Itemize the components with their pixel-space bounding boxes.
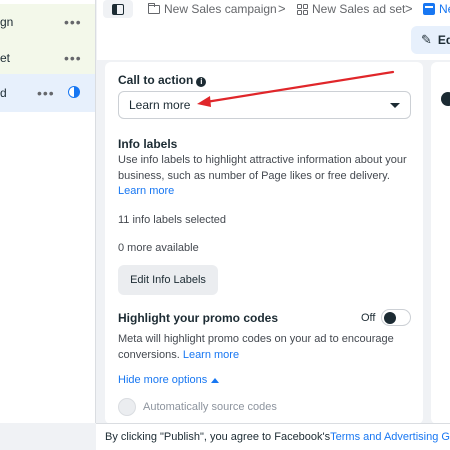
toggle-knob (384, 311, 396, 324)
breadcrumb-ad[interactable]: Ne (423, 2, 450, 16)
breadcrumb-campaign[interactable]: New Sales campaign (148, 2, 277, 16)
auto-source-codes-label: Automatically source codes (143, 401, 277, 413)
hide-more-options-link[interactable]: Hide more options (118, 374, 220, 386)
breadcrumb-separator: > (278, 1, 286, 16)
breadcrumb-ad-set[interactable]: New Sales ad set (297, 2, 405, 16)
status-half-circle-icon (68, 86, 80, 98)
info-icon[interactable]: i (196, 77, 207, 87)
call-to-action-label: Call to action (118, 73, 194, 87)
more-options-icon[interactable]: ••• (64, 50, 82, 66)
breadcrumb-ad-label: Ne (439, 2, 450, 16)
auto-source-codes-radio[interactable] (118, 398, 136, 416)
footer-text: By clicking "Publish", you agree to Face… (105, 431, 331, 443)
breadcrumb-campaign-label: New Sales campaign (164, 2, 277, 16)
ad-set-grid-icon (297, 3, 308, 15)
publish-terms-footer: By clicking "Publish", you agree to Face… (96, 423, 450, 450)
breadcrumb-bar: New Sales campaign > New Sales ad set > … (97, 0, 450, 60)
edit-button-label: Ed (437, 33, 450, 47)
info-labels-heading: Info labels (118, 137, 178, 151)
ad-preview-panel (431, 62, 450, 424)
hide-more-options-label: Hide more options (118, 374, 208, 386)
sidebar-panel-icon (112, 3, 124, 15)
more-options-icon[interactable]: ••• (37, 85, 55, 101)
promo-toggle-state: Off (361, 312, 376, 324)
call-to-action-value: Learn more (129, 98, 191, 112)
sidebar-item-ad[interactable]: d ••• (0, 74, 95, 112)
info-labels-available: 0 more available (118, 242, 199, 254)
info-labels-selected-count: 11 info labels selected (118, 214, 227, 226)
sidebar-item-label: d (0, 86, 7, 100)
preview-toggle-icon[interactable] (441, 92, 450, 106)
folder-icon (148, 2, 160, 14)
info-labels-description-text: Use info labels to highlight attractive … (118, 154, 407, 182)
info-labels-description: Use info labels to highlight attractive … (118, 153, 414, 200)
info-labels-learn-more-link[interactable]: Learn more (118, 185, 174, 197)
toggle-panel-button[interactable] (103, 0, 133, 18)
sidebar-item-label: gn (0, 15, 14, 29)
ads-manager-window: gn ••• et ••• d ••• New Sales campaign >… (0, 0, 450, 450)
sidebar-item-campaign[interactable]: gn ••• (0, 4, 95, 40)
breadcrumb-separator: > (405, 1, 413, 16)
call-to-action-select[interactable]: Learn more (118, 91, 411, 119)
promo-codes-toggle[interactable] (381, 309, 411, 326)
breadcrumb-ad-set-label: New Sales ad set (312, 2, 406, 16)
pencil-icon: ✎ (421, 32, 432, 47)
promo-codes-description: Meta will highlight promo codes on your … (118, 332, 414, 363)
edit-button[interactable]: ✎ Ed (411, 26, 450, 54)
sidebar-item-ad-set[interactable]: et ••• (0, 40, 95, 76)
sidebar-item-label: et (0, 51, 11, 65)
promo-codes-learn-more-link[interactable]: Learn more (183, 349, 239, 361)
ad-icon (423, 3, 435, 15)
edit-info-labels-button[interactable]: Edit Info Labels (118, 265, 218, 295)
caret-up-icon (211, 377, 220, 383)
campaign-tree-sidebar: gn ••• et ••• d ••• (0, 0, 96, 423)
more-options-icon[interactable]: ••• (64, 14, 82, 30)
promo-codes-description-text: Meta will highlight promo codes on your … (118, 333, 394, 361)
chevron-down-icon (390, 103, 400, 108)
call-to-action-heading: Call to action i (118, 73, 207, 87)
terms-link[interactable]: Terms and Advertising Gu (330, 431, 450, 443)
promo-codes-heading: Highlight your promo codes (118, 311, 279, 325)
ad-setup-card: Call to action i Learn more Info labels U… (105, 62, 423, 424)
